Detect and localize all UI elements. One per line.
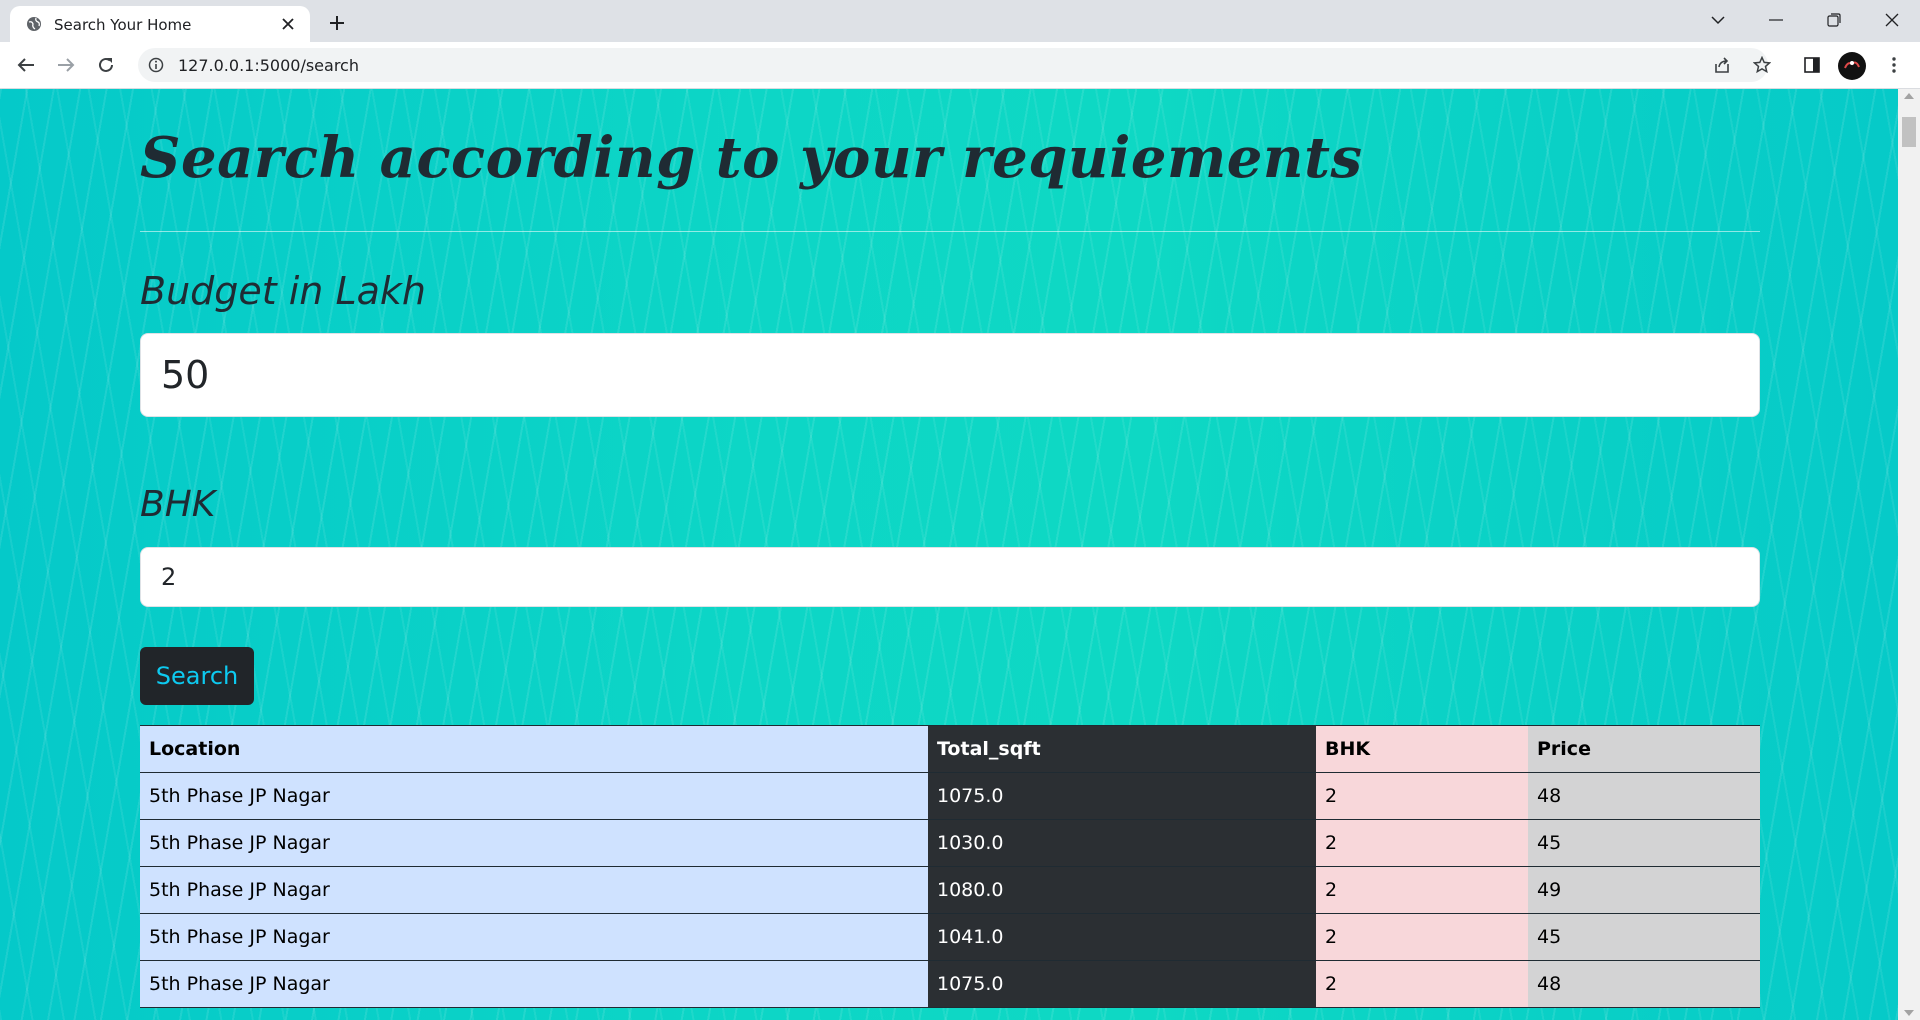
search-button[interactable]: Search <box>140 647 254 705</box>
table-header-row: Location Total_sqft BHK Price <box>140 725 1760 773</box>
tab-title: Search Your Home <box>54 16 192 34</box>
cell-location: 5th Phase JP Nagar <box>140 772 928 820</box>
cell-location: 5th Phase JP Nagar <box>140 866 928 914</box>
restore-icon[interactable] <box>1806 0 1862 40</box>
cell-bhk: 2 <box>1316 960 1528 1008</box>
url-text: 127.0.0.1:5000/search <box>178 56 359 75</box>
address-bar[interactable]: 127.0.0.1:5000/search <box>138 48 1768 82</box>
bookmark-star-icon[interactable] <box>1748 51 1776 79</box>
bhk-input[interactable]: 2 <box>140 547 1760 607</box>
page-title: Search according to your requiements <box>140 125 1363 191</box>
side-panel-icon[interactable] <box>1798 51 1826 79</box>
cell-total-sqft: 1030.0 <box>928 819 1316 867</box>
back-arrow-icon[interactable] <box>12 51 40 79</box>
share-icon[interactable] <box>1708 51 1736 79</box>
reload-icon[interactable] <box>92 51 120 79</box>
cell-price: 48 <box>1528 772 1760 820</box>
page-viewport: Search according to your requiements Bud… <box>0 89 1898 1020</box>
profile-avatar[interactable] <box>1838 52 1866 80</box>
results-table: Location Total_sqft BHK Price 5th Phase … <box>140 725 1760 1008</box>
forward-arrow-icon[interactable] <box>52 51 80 79</box>
minimize-icon[interactable] <box>1748 0 1804 40</box>
menu-kebab-icon[interactable] <box>1880 51 1908 79</box>
table-row: 5th Phase JP Nagar 1075.0 2 48 <box>140 960 1760 1008</box>
header-bhk: BHK <box>1316 725 1528 773</box>
header-total-sqft: Total_sqft <box>928 725 1316 773</box>
new-tab-icon[interactable] <box>324 10 350 36</box>
browser-toolbar: 127.0.0.1:5000/search <box>0 42 1920 89</box>
cell-location: 5th Phase JP Nagar <box>140 913 928 961</box>
cell-bhk: 2 <box>1316 866 1528 914</box>
budget-input[interactable]: 50 <box>140 333 1760 417</box>
scroll-up-arrow-icon[interactable] <box>1904 93 1914 99</box>
cell-total-sqft: 1080.0 <box>928 866 1316 914</box>
tab-strip: Search Your Home <box>0 0 1920 42</box>
cell-bhk: 2 <box>1316 819 1528 867</box>
vertical-scrollbar[interactable] <box>1898 89 1920 1020</box>
cell-price: 48 <box>1528 960 1760 1008</box>
cell-bhk: 2 <box>1316 772 1528 820</box>
scroll-down-arrow-icon[interactable] <box>1904 1010 1914 1016</box>
title-divider <box>140 231 1760 232</box>
tab-search-icon[interactable] <box>1690 0 1746 40</box>
close-window-icon[interactable] <box>1864 0 1920 40</box>
cell-total-sqft: 1075.0 <box>928 960 1316 1008</box>
browser-tab[interactable]: Search Your Home <box>10 6 310 42</box>
table-row: 5th Phase JP Nagar 1080.0 2 49 <box>140 866 1760 914</box>
table-row: 5th Phase JP Nagar 1030.0 2 45 <box>140 819 1760 867</box>
close-tab-icon[interactable] <box>278 14 298 34</box>
cell-total-sqft: 1075.0 <box>928 772 1316 820</box>
cell-price: 49 <box>1528 866 1760 914</box>
cell-price: 45 <box>1528 913 1760 961</box>
info-icon[interactable] <box>148 57 164 73</box>
scroll-thumb[interactable] <box>1902 117 1916 147</box>
globe-icon <box>27 17 41 31</box>
table-row: 5th Phase JP Nagar 1075.0 2 48 <box>140 772 1760 820</box>
bhk-label: BHK <box>140 484 216 525</box>
budget-label: Budget in Lakh <box>140 269 427 313</box>
table-row: 5th Phase JP Nagar 1041.0 2 45 <box>140 913 1760 961</box>
header-price: Price <box>1528 725 1760 773</box>
cell-price: 45 <box>1528 819 1760 867</box>
header-location: Location <box>140 725 928 773</box>
cell-location: 5th Phase JP Nagar <box>140 960 928 1008</box>
cell-bhk: 2 <box>1316 913 1528 961</box>
cell-total-sqft: 1041.0 <box>928 913 1316 961</box>
cell-location: 5th Phase JP Nagar <box>140 819 928 867</box>
